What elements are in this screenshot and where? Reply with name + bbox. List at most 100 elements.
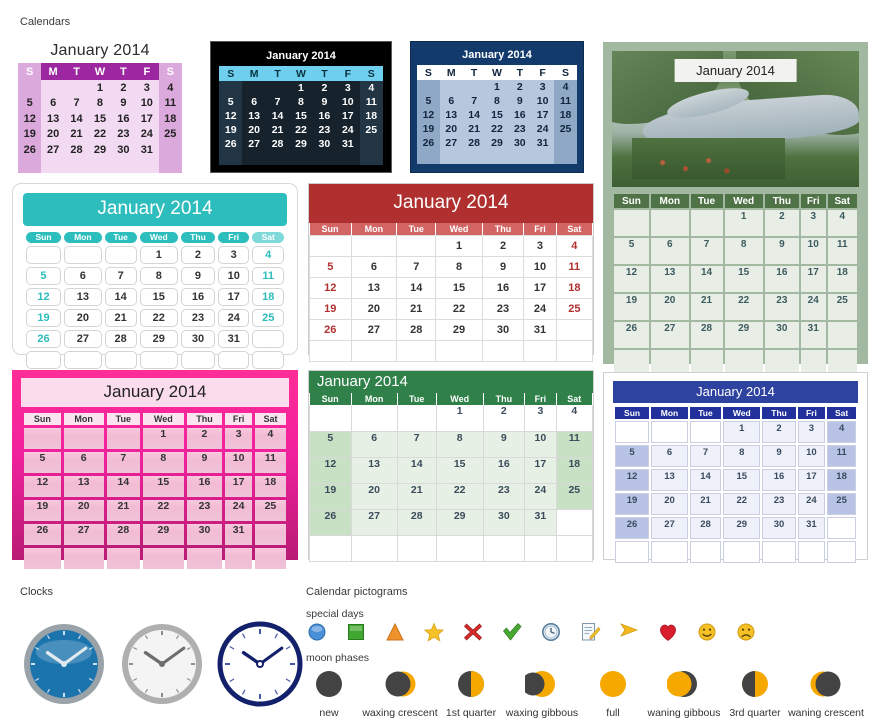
day-cell-10[interactable]: 10 [531, 94, 555, 108]
day-cell-10[interactable]: 10 [797, 445, 826, 467]
day-cell-16[interactable]: 16 [764, 266, 799, 292]
day-cell-17[interactable]: 17 [336, 109, 360, 123]
day-cell-empty[interactable] [309, 535, 352, 562]
day-cell-31[interactable]: 31 [800, 322, 826, 348]
day-cell-17[interactable]: 17 [797, 469, 826, 491]
day-cell-12[interactable]: 12 [417, 108, 440, 122]
day-cell-25[interactable]: 25 [359, 123, 383, 137]
day-cell-empty[interactable] [689, 421, 722, 443]
day-cell-13[interactable]: 13 [41, 111, 65, 127]
day-cell-8[interactable]: 8 [485, 94, 509, 108]
day-cell-4[interactable]: 4 [254, 428, 286, 449]
day-cell-13[interactable]: 13 [651, 469, 688, 491]
day-cell-26[interactable]: 26 [417, 136, 440, 150]
day-cell-empty[interactable] [26, 246, 61, 264]
day-cell-empty[interactable] [158, 142, 182, 158]
day-cell-30[interactable]: 30 [762, 517, 796, 539]
day-cell-30[interactable]: 30 [186, 524, 223, 545]
day-cell-11[interactable]: 11 [158, 95, 182, 111]
day-cell-empty[interactable] [651, 421, 688, 443]
day-cell-24[interactable]: 24 [797, 493, 826, 515]
day-cell-empty[interactable] [462, 80, 486, 94]
day-cell-13[interactable]: 13 [650, 266, 689, 292]
day-cell-empty[interactable] [481, 340, 525, 362]
day-cell-17[interactable]: 17 [225, 476, 252, 497]
day-cell-16[interactable]: 16 [111, 111, 136, 127]
day-cell-2[interactable]: 2 [186, 428, 223, 449]
day-cell-17[interactable]: 17 [523, 277, 557, 299]
day-cell-3[interactable]: 3 [531, 80, 555, 94]
day-cell-17[interactable]: 17 [531, 108, 555, 122]
day-cell-empty[interactable] [396, 405, 437, 432]
day-cell-30[interactable]: 30 [764, 322, 799, 348]
day-cell-6[interactable]: 6 [651, 445, 688, 467]
day-cell-13[interactable]: 13 [242, 109, 266, 123]
day-cell-12[interactable]: 12 [309, 457, 352, 484]
day-cell-26[interactable]: 26 [18, 142, 42, 158]
day-cell-21[interactable]: 21 [462, 122, 486, 136]
day-cell-empty[interactable] [827, 517, 856, 539]
day-cell-10[interactable]: 10 [523, 256, 557, 278]
day-cell-20[interactable]: 20 [651, 493, 688, 515]
day-cell-empty[interactable] [690, 210, 723, 236]
day-cell-17[interactable]: 17 [135, 111, 159, 127]
day-cell-23[interactable]: 23 [180, 309, 215, 327]
day-cell-11[interactable]: 11 [827, 445, 856, 467]
day-cell-7[interactable]: 7 [106, 452, 141, 473]
day-cell-4[interactable]: 4 [554, 80, 577, 94]
day-cell-1[interactable]: 1 [139, 246, 178, 264]
day-cell-19[interactable]: 19 [18, 126, 42, 142]
day-cell-12[interactable]: 12 [614, 266, 649, 292]
day-cell-6[interactable]: 6 [63, 452, 104, 473]
green-calendar[interactable]: January 2014 Sun Mon Tue Wed Thu Fri Sat 12345… [308, 370, 594, 562]
day-cell-31[interactable]: 31 [524, 509, 557, 536]
day-cell-15[interactable]: 15 [143, 476, 184, 497]
day-cell-27[interactable]: 27 [439, 136, 463, 150]
day-cell-27[interactable]: 27 [63, 524, 104, 545]
day-cell-30[interactable]: 30 [312, 137, 337, 151]
day-cell-14[interactable]: 14 [64, 111, 89, 127]
day-cell-empty[interactable] [359, 151, 383, 165]
day-cell-16[interactable]: 16 [180, 288, 215, 306]
day-cell-4[interactable]: 4 [252, 246, 284, 264]
day-cell-9[interactable]: 9 [762, 445, 796, 467]
day-cell-11[interactable]: 11 [359, 95, 383, 109]
day-cell-14[interactable]: 14 [689, 469, 722, 491]
day-cell-empty[interactable] [254, 548, 286, 569]
day-cell-29[interactable]: 29 [435, 319, 483, 341]
day-cell-21[interactable]: 21 [265, 123, 290, 137]
day-cell-1[interactable]: 1 [435, 405, 484, 432]
green-square-icon[interactable] [345, 621, 367, 643]
orange-triangle-icon[interactable] [384, 621, 406, 643]
day-cell-empty[interactable] [143, 548, 184, 569]
day-cell-empty[interactable] [254, 524, 286, 545]
day-cell-3[interactable]: 3 [800, 210, 826, 236]
day-cell-empty[interactable] [650, 210, 689, 236]
day-cell-1[interactable]: 1 [723, 421, 761, 443]
day-cell-26[interactable]: 26 [24, 524, 61, 545]
day-cell-empty[interactable] [64, 80, 89, 96]
day-cell-13[interactable]: 13 [350, 277, 398, 299]
photo-calendar[interactable]: January 2014 Sun Mon Tue Wed Thu Fri Sat 12345… [603, 42, 868, 376]
day-cell-empty[interactable] [158, 157, 182, 173]
day-cell-12[interactable]: 12 [24, 476, 61, 497]
day-cell-25[interactable]: 25 [254, 500, 286, 521]
day-cell-empty[interactable] [827, 541, 856, 563]
day-cell-15[interactable]: 15 [724, 266, 763, 292]
red-cross-icon[interactable] [462, 621, 484, 643]
day-cell-15[interactable]: 15 [723, 469, 761, 491]
day-cell-22[interactable]: 22 [435, 298, 483, 320]
blue-calendar[interactable]: January 2014 Sun Mon Tue Wed Thu Fri Sat 12345… [603, 372, 868, 563]
day-cell-16[interactable]: 16 [762, 469, 796, 491]
day-cell-19[interactable]: 19 [417, 122, 440, 136]
day-cell-empty[interactable] [252, 330, 284, 348]
day-cell-empty[interactable] [265, 151, 290, 165]
day-cell-24[interactable]: 24 [218, 309, 250, 327]
day-cell-empty[interactable] [242, 151, 266, 165]
day-cell-26[interactable]: 26 [219, 137, 243, 151]
day-cell-empty[interactable] [24, 428, 61, 449]
day-cell-7[interactable]: 7 [265, 95, 290, 109]
day-cell-empty[interactable] [417, 150, 440, 164]
day-cell-15[interactable]: 15 [485, 108, 509, 122]
day-cell-14[interactable]: 14 [396, 457, 437, 484]
